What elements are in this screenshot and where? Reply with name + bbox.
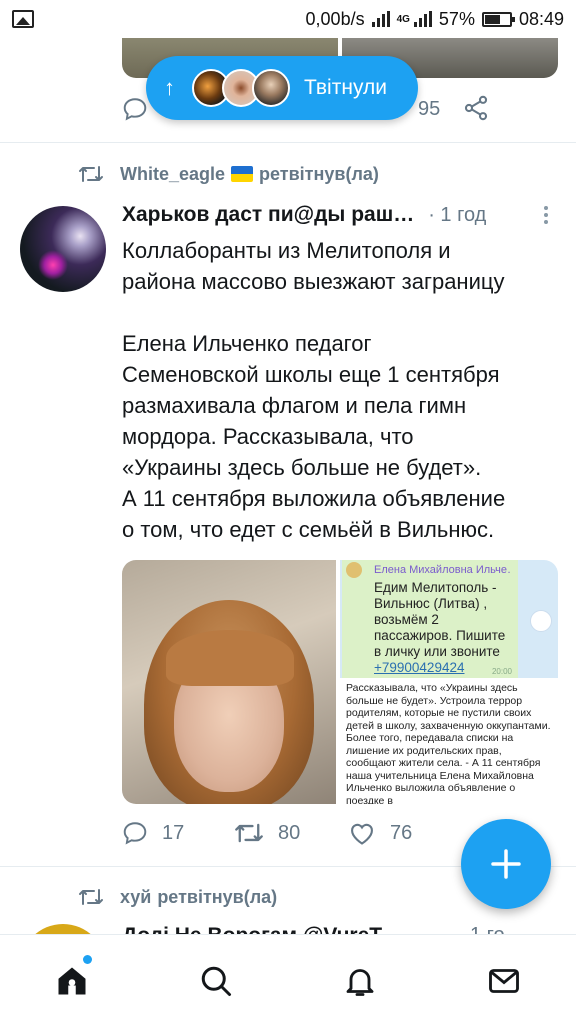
tweet-line: А 11 сентября выложила объявление: [122, 486, 506, 511]
author-avatar[interactable]: [20, 206, 106, 292]
retweet-context[interactable]: White_eagle ретвітнув(ла): [78, 163, 379, 185]
tweet-body: Коллаборанты из Мелитополя и района масс…: [122, 235, 562, 545]
chat-avatar: [346, 562, 362, 578]
tweet-line: района массово выезжают заграницу: [122, 269, 505, 294]
plus-icon: [491, 849, 521, 879]
reply-icon: [123, 822, 147, 845]
pill-label: Твітнули: [304, 76, 387, 99]
network-type: 4G: [396, 13, 410, 25]
reply-button[interactable]: 17: [122, 820, 184, 846]
heart-icon: [351, 823, 373, 845]
compose-tweet-button[interactable]: [461, 819, 551, 909]
tweet-line: «Украины здесь больше не будет».: [122, 455, 482, 480]
retweet-button[interactable]: 80: [234, 820, 300, 846]
tweet-media[interactable]: Елена Михайловна Ильче… Едим Мелитополь …: [122, 560, 558, 804]
tweet-line: мордора. Рассказывала, что: [122, 424, 414, 449]
mail-icon: [489, 969, 519, 993]
tweet-line: Елена Ильченко педагог: [122, 331, 372, 356]
nav-search[interactable]: [196, 961, 236, 1001]
reply-icon[interactable]: [122, 96, 148, 122]
chat-time: 20:00: [491, 667, 512, 676]
gallery-notification-icon: [12, 10, 34, 28]
author-name[interactable]: Харьков даст пи@ды раш…: [122, 203, 414, 227]
tweet-photo-portrait[interactable]: [122, 560, 336, 804]
previous-tweet-share-count: 95: [418, 98, 441, 120]
avatar: [252, 69, 290, 107]
more-options-icon[interactable]: [544, 206, 548, 224]
retweet-count: 80: [278, 821, 301, 844]
divider: [0, 142, 576, 143]
search-icon: [201, 966, 231, 996]
article-text: Рассказывала, что «Украины здесь больше …: [346, 682, 551, 804]
clock: 08:49: [518, 8, 564, 29]
retweet-icon: [79, 166, 103, 182]
chat-message: Едим Мелитополь - Вильнюс (Литва) , возь…: [374, 580, 506, 659]
tweet-time: · 1 год: [428, 203, 487, 226]
share-icon[interactable]: [462, 94, 490, 122]
tweet-header: Харьков даст пи@ды раш… · 1 год: [122, 200, 562, 230]
retweet-icon: [235, 823, 263, 843]
tweet-line: размахивала флагом и пела гимн: [122, 393, 467, 418]
bottom-navigation: [0, 934, 576, 1024]
like-count: 76: [390, 821, 413, 844]
bell-icon: [346, 969, 374, 996]
new-tweets-pill[interactable]: ↑ Твітнули: [146, 56, 418, 120]
tweet-line: Коллаборанты из Мелитополя и: [122, 238, 451, 263]
battery-icon: [481, 11, 515, 27]
like-button[interactable]: 76: [348, 820, 412, 846]
battery-percent: 57%: [438, 8, 475, 29]
status-bar: 0,00b/s 4G 57% 08:49: [0, 0, 576, 38]
nav-notifications[interactable]: [340, 961, 380, 1001]
arrow-up-icon: ↑: [164, 75, 175, 100]
tweet-line: Семеновской школы еще 1 сентября: [122, 362, 500, 387]
chat-heart-icon: [530, 610, 552, 632]
chat-phone: +79900429424: [374, 660, 465, 675]
chat-bubble: Елена Михайловна Ильче… Едим Мелитополь …: [342, 560, 518, 678]
tweet-line: о том, что едет с семьёй в Вильнюс.: [122, 517, 495, 542]
nav-messages[interactable]: [484, 961, 524, 1001]
chat-sender: Елена Михайловна Ильче…: [374, 564, 510, 576]
pill-avatars: [192, 69, 290, 107]
retweeter-name: хуй: [120, 886, 152, 907]
home-icon: [58, 967, 86, 995]
retweet-icon: [79, 889, 103, 905]
retweet-suffix: ретвітнув(ла): [157, 886, 278, 907]
signal-icon-2: [413, 11, 432, 27]
network-speed: 0,00b/s: [305, 8, 365, 29]
signal-icon: [371, 11, 390, 27]
tweet-photo-screenshot[interactable]: Елена Михайловна Ильче… Едим Мелитополь …: [340, 560, 558, 804]
home-notification-dot: [83, 955, 92, 964]
retweeter-name: White_eagle: [120, 163, 226, 184]
ukraine-flag-icon: [231, 166, 254, 182]
retweet-suffix: ретвітнув(ла): [259, 163, 379, 184]
nav-home[interactable]: [52, 955, 92, 1001]
retweet-context[interactable]: хуй ретвітнув(ла): [78, 886, 277, 908]
reply-count: 17: [162, 821, 185, 844]
